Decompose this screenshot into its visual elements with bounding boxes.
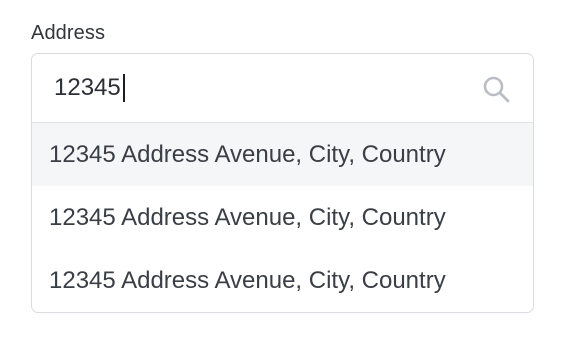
suggestion-item-1[interactable]: 12345 Address Avenue, City, Country xyxy=(32,123,533,186)
address-combobox: 12345 12345 Address Avenue, City, Countr… xyxy=(31,53,534,313)
address-input-text-wrap: 12345 xyxy=(32,74,125,102)
search-icon[interactable] xyxy=(481,74,511,104)
address-input-value: 12345 xyxy=(54,74,121,101)
address-label: Address xyxy=(31,22,106,44)
address-input[interactable]: 12345 xyxy=(32,54,533,123)
suggestion-item-2[interactable]: 12345 Address Avenue, City, Country xyxy=(32,186,533,249)
text-caret xyxy=(122,74,125,102)
suggestion-list: 12345 Address Avenue, City, Country 1234… xyxy=(32,123,533,312)
address-field: Address 12345 12345 Address Avenue, City… xyxy=(31,20,534,313)
suggestion-item-3[interactable]: 12345 Address Avenue, City, Country xyxy=(32,249,533,312)
